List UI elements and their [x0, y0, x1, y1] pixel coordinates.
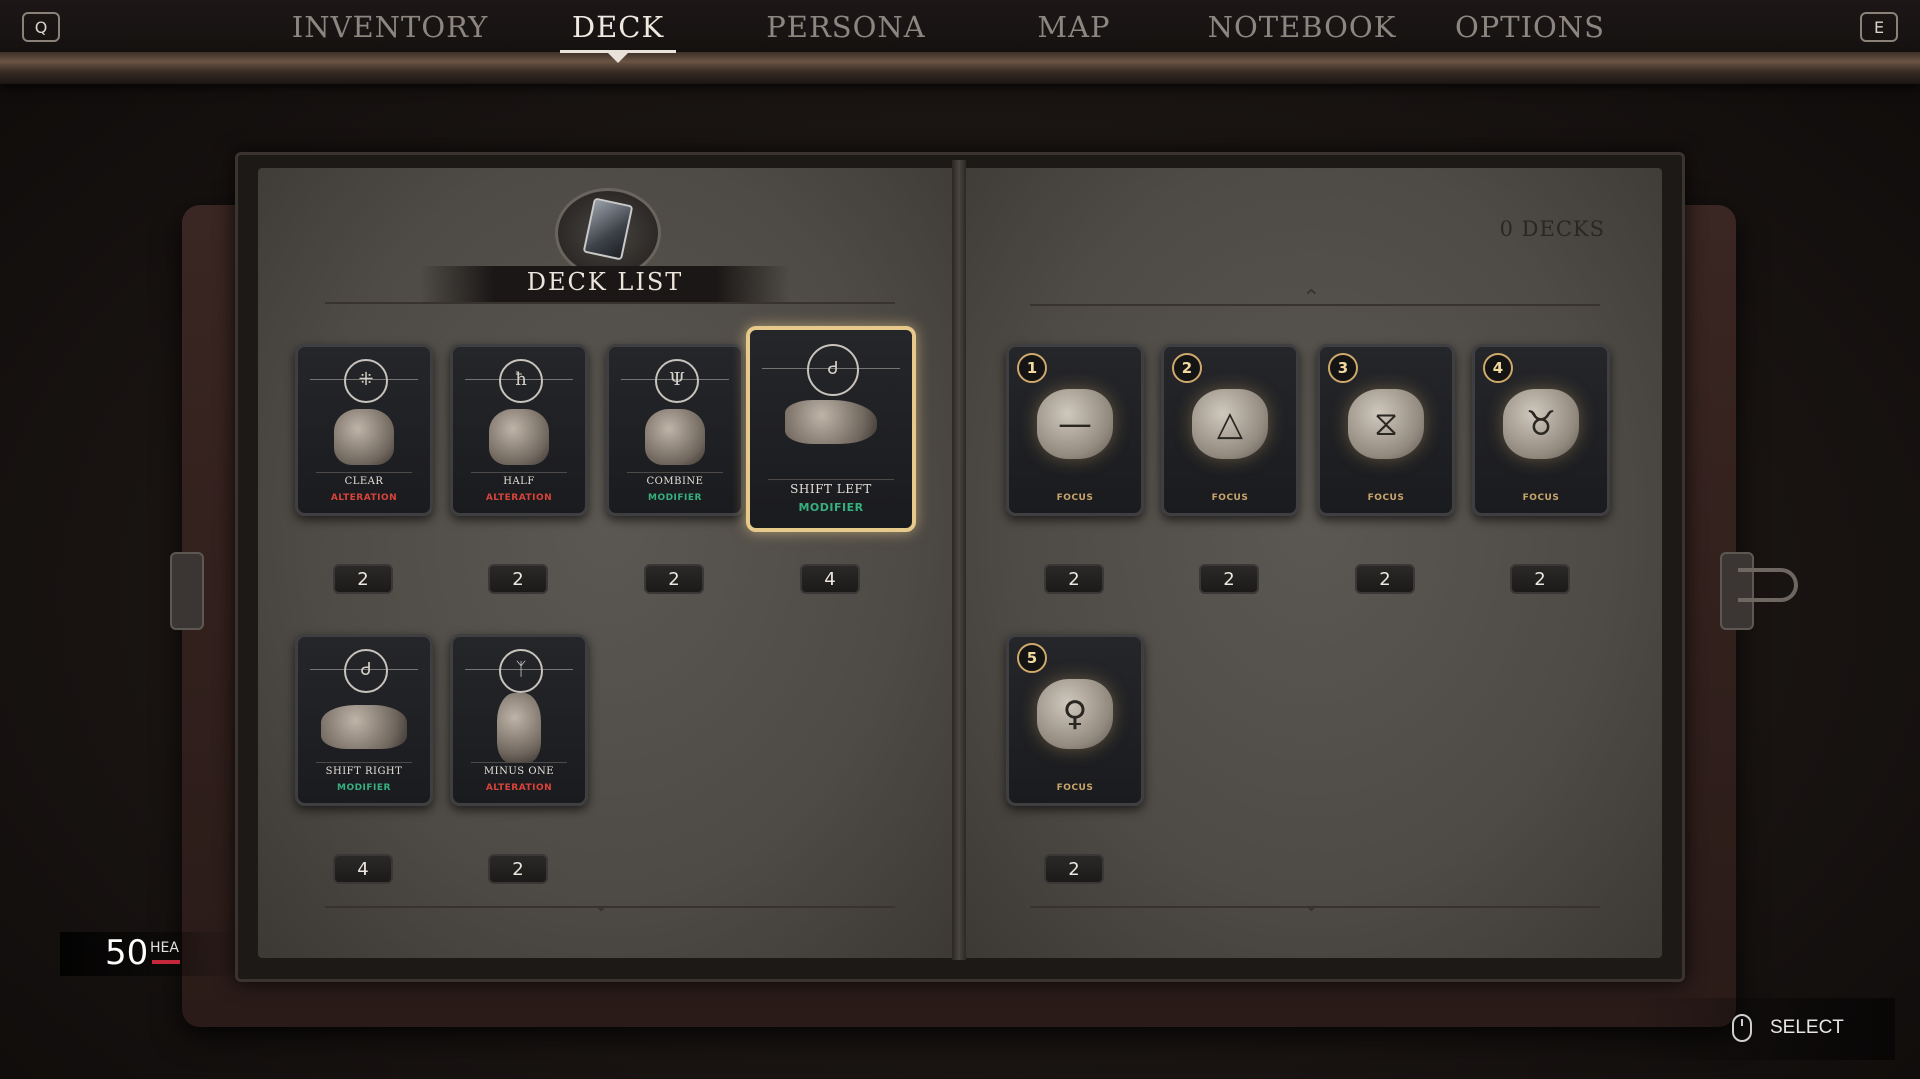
health-label: HEALTH	[150, 940, 180, 956]
card-half[interactable]: ħ HALF ALTERATION	[450, 344, 588, 516]
card-type: ALTERATION	[485, 493, 553, 503]
card-number-badge: 4	[1483, 353, 1513, 383]
mouse-icon	[1732, 1014, 1752, 1042]
card-count-badge: 2	[1355, 564, 1415, 594]
right-header-ornament-icon: ⌃	[1302, 286, 1321, 311]
left-header-divider	[325, 302, 895, 304]
card-name: COMBINE	[646, 476, 704, 487]
card-sigil-icon: ⁜	[344, 359, 388, 403]
health-bar	[152, 960, 180, 964]
card-sigil-icon: ᛉ	[499, 649, 543, 693]
card-count-badge: 2	[1199, 564, 1259, 594]
tab-options[interactable]: OPTIONS	[1455, 10, 1605, 44]
card-type: ALTERATION	[330, 493, 398, 503]
card-sigil-icon: Ꮷ	[807, 344, 859, 396]
card-type: ALTERATION	[485, 783, 553, 793]
pointing-down-hand-icon	[497, 693, 541, 763]
card-count-badge: 2	[1044, 854, 1104, 884]
tab-map[interactable]: MAP	[1037, 10, 1110, 44]
next-tab-key[interactable]: E	[1860, 12, 1898, 42]
card-sigil-icon: ħ	[499, 359, 543, 403]
card-clear[interactable]: ⁜ CLEAR ALTERATION	[295, 344, 433, 516]
praying-hands-icon	[645, 409, 705, 465]
card-separator	[471, 762, 567, 763]
left-footer-ornament-icon: ⌄	[592, 892, 611, 917]
decks-count: 0 DECKS	[1499, 217, 1605, 241]
card-deck-icon	[582, 197, 634, 261]
card-sigil-icon: Ꮷ	[344, 649, 388, 693]
book-clasp-left-icon	[170, 552, 204, 630]
deck-emblem	[555, 188, 661, 278]
right-footer-ornament-icon: ⌄	[1302, 892, 1321, 917]
card-type: FOCUS	[1367, 493, 1405, 503]
card-type: FOCUS	[1522, 493, 1560, 503]
card-number-badge: 2	[1172, 353, 1202, 383]
card-shift-left[interactable]: Ꮷ SHIFT LEFT MODIFIER	[746, 326, 916, 532]
card-name: SHIFT RIGHT	[325, 766, 403, 777]
rune-stone-triangle-icon: △	[1192, 389, 1268, 459]
rune-stone-line-icon: —	[1037, 389, 1113, 459]
card-separator	[768, 479, 894, 480]
health-value: 50	[105, 933, 149, 973]
card-number-badge: 3	[1328, 353, 1358, 383]
card-type: FOCUS	[1211, 493, 1249, 503]
card-type: MODIFIER	[336, 783, 391, 793]
card-name: SHIFT LEFT	[790, 482, 872, 496]
card-minus-one[interactable]: ᛉ MINUS ONE ALTERATION	[450, 634, 588, 806]
tab-inventory[interactable]: INVENTORY	[292, 10, 489, 44]
book-spine	[952, 160, 966, 960]
card-name: HALF	[503, 476, 535, 487]
tab-persona[interactable]: PERSONA	[766, 10, 925, 44]
pointing-left-hand-icon	[785, 400, 877, 444]
card-separator	[316, 762, 412, 763]
card-count-badge: 2	[1044, 564, 1104, 594]
rune-stone-loop-icon: ♉	[1503, 389, 1579, 459]
focus-card-4[interactable]: 4 ♉ FOCUS	[1472, 344, 1610, 516]
card-name: MINUS ONE	[483, 766, 555, 777]
select-hint-label: SELECT	[1770, 1017, 1844, 1038]
card-separator	[316, 472, 412, 473]
card-separator	[471, 472, 567, 473]
fist-hand-icon	[334, 409, 394, 465]
focus-card-5[interactable]: 5 ♀ FOCUS	[1006, 634, 1144, 806]
focus-card-2[interactable]: 2 △ FOCUS	[1161, 344, 1299, 516]
card-count-badge: 2	[644, 564, 704, 594]
card-combine[interactable]: Ψ COMBINE MODIFIER	[606, 344, 744, 516]
tab-deck[interactable]: DECK	[572, 10, 664, 44]
card-count-badge: 4	[800, 564, 860, 594]
card-count-badge: 2	[488, 564, 548, 594]
prev-tab-key[interactable]: Q	[22, 12, 60, 42]
card-number-badge: 1	[1017, 353, 1047, 383]
deck-list-title: DECK LIST	[526, 268, 684, 296]
select-hint-panel	[1625, 998, 1895, 1060]
card-type: FOCUS	[1056, 493, 1094, 503]
tab-notebook[interactable]: NOTEBOOK	[1208, 10, 1397, 44]
card-type: FOCUS	[1056, 783, 1094, 793]
card-sigil-icon: Ψ	[655, 359, 699, 403]
pointing-right-hand-icon	[321, 705, 407, 749]
card-shift-right[interactable]: Ꮷ SHIFT RIGHT MODIFIER	[295, 634, 433, 806]
card-count-badge: 4	[333, 854, 393, 884]
card-separator	[627, 472, 723, 473]
card-count-badge: 2	[488, 854, 548, 884]
card-count-badge: 2	[333, 564, 393, 594]
card-type: MODIFIER	[798, 501, 864, 514]
triangle-hands-icon	[489, 409, 549, 465]
focus-card-3[interactable]: 3 ⧖ FOCUS	[1317, 344, 1455, 516]
rune-stone-ankh-icon: ♀	[1037, 679, 1113, 749]
top-nav-trim	[0, 52, 1920, 84]
card-count-badge: 2	[1510, 564, 1570, 594]
active-tab-caret-icon	[608, 53, 628, 63]
rune-stone-hourglass-icon: ⧖	[1348, 389, 1424, 459]
focus-card-1[interactable]: 1 — FOCUS	[1006, 344, 1144, 516]
card-type: MODIFIER	[647, 493, 702, 503]
card-name: CLEAR	[344, 476, 384, 487]
book-hook-icon	[1738, 568, 1798, 602]
card-number-badge: 5	[1017, 643, 1047, 673]
